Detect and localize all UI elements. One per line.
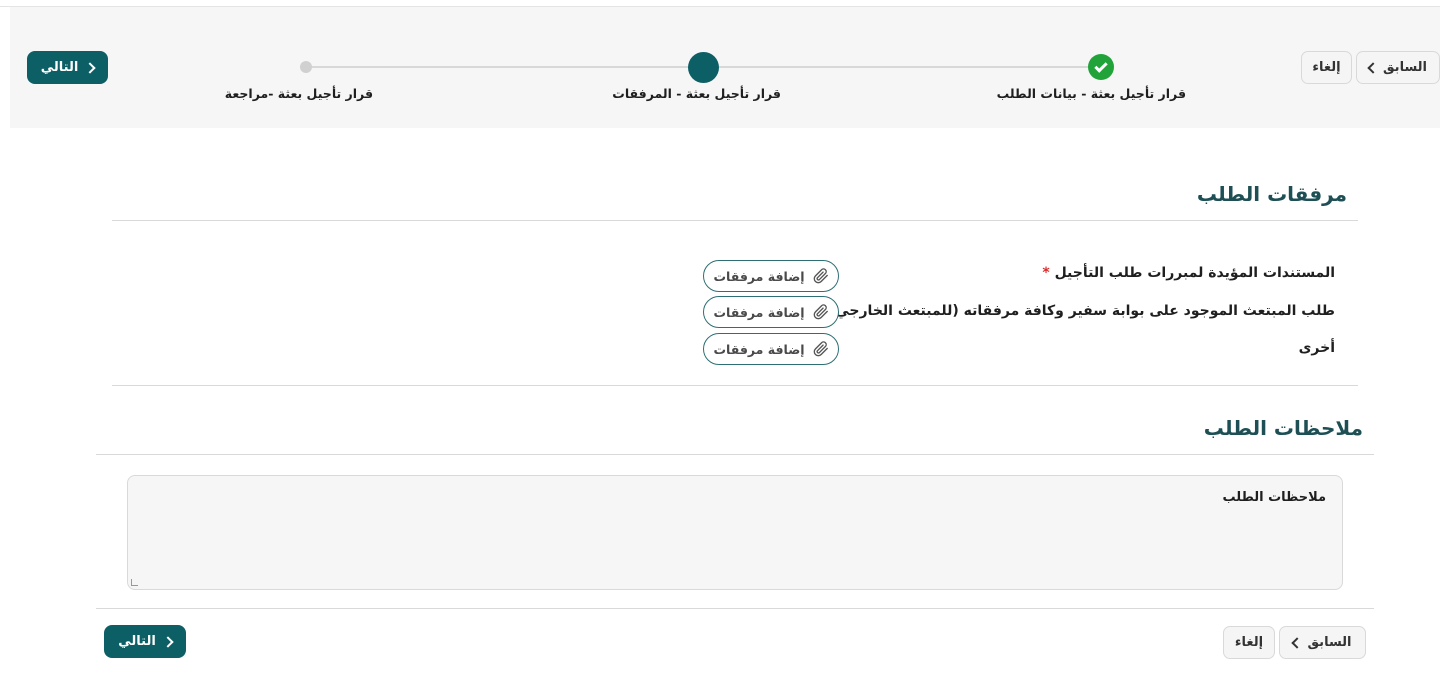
- cancel-button-bottom[interactable]: إلغاء: [1223, 626, 1275, 659]
- notes-divider-bottom: [96, 608, 1374, 609]
- step-2-active-indicator: [688, 52, 719, 83]
- attachment-row-label-supporting-docs: المستندات المؤيدة لمبررات طلب التأجيل *: [1042, 265, 1335, 281]
- attachments-divider-top: [112, 220, 1358, 221]
- cancel-label: إلغاء: [1312, 60, 1341, 75]
- next-label: التالي: [40, 60, 79, 75]
- step-3-label: قرار تأجيل بعثة -مراجعة: [224, 86, 373, 101]
- chevron-right-icon: [84, 61, 96, 74]
- prev-label: السابق: [1382, 60, 1428, 75]
- attachment-row-label-safeer-request: طلب المبتعث الموجود على بوابة سفير وكافة…: [828, 303, 1335, 319]
- step-1-label: قرار تأجيل بعثة - بيانات الطلب: [996, 86, 1186, 101]
- required-mark: *: [1042, 265, 1050, 281]
- add-attachment-button-supporting-docs[interactable]: إضافة مرفقات: [703, 260, 839, 292]
- notes-textarea-container: [127, 475, 1343, 590]
- prev-label: السابق: [1307, 635, 1352, 650]
- notes-divider-top: [96, 454, 1374, 455]
- attachment-row-label-other: أخرى: [1298, 340, 1335, 356]
- notes-title: ملاحظات الطلب: [1203, 416, 1363, 440]
- next-button-bottom[interactable]: التالي: [104, 625, 186, 658]
- chevron-left-icon: [1291, 636, 1304, 649]
- prev-button-bottom[interactable]: السابق: [1279, 626, 1366, 659]
- attachments-title: مرفقات الطلب: [1196, 182, 1347, 206]
- next-label: التالي: [118, 634, 156, 649]
- cancel-button-top[interactable]: إلغاء: [1301, 51, 1352, 84]
- top-border: [0, 0, 1440, 7]
- cancel-label: إلغاء: [1234, 635, 1264, 650]
- next-button-top[interactable]: التالي: [27, 51, 108, 84]
- paperclip-icon: [813, 304, 829, 320]
- chevron-left-icon: [1367, 61, 1379, 74]
- paperclip-icon: [813, 341, 829, 357]
- step-2-label: قرار تأجيل بعثة - المرفقات: [612, 86, 781, 101]
- paperclip-icon: [813, 268, 829, 284]
- prev-button-top[interactable]: السابق: [1356, 51, 1440, 84]
- add-attachment-button-safeer-request[interactable]: إضافة مرفقات: [703, 296, 839, 328]
- check-icon: [1094, 58, 1108, 73]
- attachments-divider-bottom: [112, 385, 1358, 386]
- chevron-right-icon: [162, 635, 174, 648]
- notes-textarea[interactable]: [128, 476, 1342, 589]
- resize-grip-icon[interactable]: [131, 579, 138, 586]
- step-1-completed-indicator: [1088, 54, 1114, 80]
- add-attachment-button-other[interactable]: إضافة مرفقات: [703, 333, 839, 365]
- step-3-pending-indicator: [300, 61, 312, 73]
